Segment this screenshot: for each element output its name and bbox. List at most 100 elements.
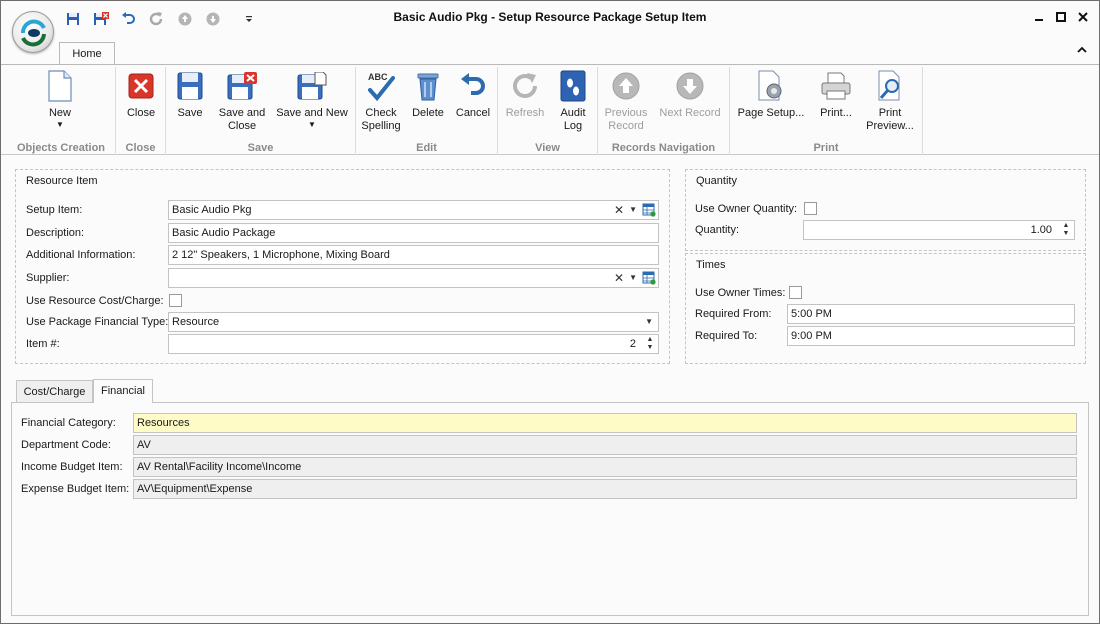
- additional-information-value: 2 12" Speakers, 1 Microphone, Mixing Boa…: [172, 249, 390, 261]
- group-edit: ABC Check Spelling Delete Cancel Edit: [356, 67, 498, 155]
- maximize-button[interactable]: [1054, 10, 1068, 24]
- spell-check-icon: ABC: [365, 69, 397, 103]
- audit-log-button[interactable]: Audit Log: [552, 69, 594, 133]
- save-close-icon: [226, 69, 258, 103]
- income-budget-item-field[interactable]: AV Rental\Facility Income\Income: [133, 457, 1077, 477]
- group-label-save: Save: [247, 142, 274, 154]
- department-code-label: Department Code:: [21, 439, 111, 451]
- expense-budget-item-value: AV\Equipment\Expense: [137, 483, 253, 495]
- audit-log-icon: [557, 69, 589, 103]
- save-button[interactable]: Save: [170, 69, 210, 120]
- expense-budget-item-field[interactable]: AV\Equipment\Expense: [133, 479, 1077, 499]
- clear-icon[interactable]: ✕: [614, 269, 624, 287]
- supplier-label: Supplier:: [26, 272, 70, 284]
- check-spelling-button[interactable]: ABC Check Spelling: [359, 69, 403, 133]
- spin-buttons[interactable]: ▲ ▼: [645, 336, 655, 352]
- refresh-icon: [509, 69, 541, 103]
- expense-budget-item-label: Expense Budget Item:: [21, 483, 130, 495]
- group-close: Close Close: [116, 67, 166, 155]
- financial-category-label: Financial Category:: [21, 417, 116, 429]
- lookup-table-icon[interactable]: [642, 271, 656, 285]
- group-label-objects-creation: Objects Creation: [16, 142, 106, 154]
- minimize-button[interactable]: [1032, 10, 1046, 24]
- refresh-button[interactable]: Refresh: [502, 69, 548, 120]
- required-from-field[interactable]: 5:00 PM: [787, 304, 1075, 324]
- print-button[interactable]: Print...: [812, 69, 860, 120]
- setup-item-field[interactable]: Basic Audio Pkg ✕ ▼: [168, 200, 659, 220]
- printer-icon: [820, 69, 852, 103]
- spin-down-icon[interactable]: ▼: [647, 344, 654, 351]
- lookup-table-icon[interactable]: [642, 203, 656, 217]
- resource-item-title: Resource Item: [26, 175, 98, 187]
- required-to-value: 9:00 PM: [791, 330, 832, 342]
- ribbon: New ▼ Objects Creation Close Close Save: [1, 64, 1099, 155]
- spin-down-icon[interactable]: ▼: [1063, 230, 1070, 237]
- group-save: Save Save and Close Save and New ▼ Save: [166, 67, 356, 155]
- save-and-new-button[interactable]: Save and New ▼: [274, 69, 350, 129]
- group-objects-creation: New ▼ Objects Creation: [7, 67, 116, 155]
- use-owner-quantity-checkbox[interactable]: [804, 202, 817, 215]
- use-package-financial-type-select[interactable]: Resource ▼: [168, 312, 659, 332]
- chevron-down-icon[interactable]: ▼: [645, 313, 653, 331]
- app-menu-button[interactable]: [12, 11, 54, 53]
- previous-record-label-1: Previous: [604, 107, 648, 119]
- supplier-field[interactable]: ✕ ▼: [168, 268, 659, 288]
- description-field[interactable]: Basic Audio Package: [168, 223, 659, 243]
- required-to-field[interactable]: 9:00 PM: [787, 326, 1075, 346]
- department-code-value: AV: [137, 439, 151, 451]
- item-number-stepper[interactable]: 2 ▲ ▼: [168, 334, 659, 354]
- group-print: Page Setup... Print... Print Preview... …: [730, 67, 923, 155]
- cancel-button[interactable]: Cancel: [452, 69, 494, 120]
- income-budget-item-label: Income Budget Item:: [21, 461, 123, 473]
- chevron-down-icon[interactable]: ▼: [629, 269, 637, 287]
- arrow-up-circle-icon: [610, 69, 642, 103]
- use-resource-cost-charge-checkbox[interactable]: [169, 294, 182, 307]
- financial-category-value: Resources: [137, 417, 190, 429]
- refresh-label: Refresh: [505, 107, 545, 119]
- new-button[interactable]: New ▼: [37, 69, 83, 129]
- window-title: Basic Audio Pkg - Setup Resource Package…: [393, 10, 707, 24]
- print-preview-icon: [874, 69, 906, 103]
- additional-information-field[interactable]: 2 12" Speakers, 1 Microphone, Mixing Boa…: [168, 245, 659, 265]
- group-label-edit: Edit: [416, 142, 437, 154]
- spin-buttons[interactable]: ▲ ▼: [1061, 222, 1071, 238]
- save-and-close-label-1: Save and: [218, 107, 266, 119]
- use-package-financial-type-value: Resource: [172, 316, 220, 328]
- chevron-up-icon: [1077, 46, 1087, 53]
- application-window: Basic Audio Pkg - Setup Resource Package…: [0, 0, 1100, 624]
- chevron-down-icon[interactable]: ▼: [629, 201, 637, 219]
- description-value: Basic Audio Package: [172, 227, 276, 239]
- print-preview-label-1: Print: [878, 107, 902, 119]
- next-record-label: Next Record: [659, 107, 721, 119]
- setup-item-value: Basic Audio Pkg: [172, 204, 252, 216]
- delete-button[interactable]: Delete: [407, 69, 449, 120]
- previous-record-button[interactable]: Previous Record: [601, 69, 651, 133]
- print-preview-button[interactable]: Print Preview...: [862, 69, 918, 133]
- undo-icon: [457, 69, 489, 103]
- tab-financial[interactable]: Financial: [93, 379, 153, 403]
- financial-category-field[interactable]: Resources: [133, 413, 1077, 433]
- close-label: Close: [126, 107, 156, 119]
- collapse-ribbon-button[interactable]: [1077, 43, 1087, 57]
- spin-up-icon[interactable]: ▲: [1063, 222, 1070, 229]
- next-record-button[interactable]: Next Record: [657, 69, 723, 120]
- close-button[interactable]: Close: [120, 69, 162, 120]
- tab-cost-charge[interactable]: Cost/Charge: [16, 380, 93, 404]
- group-records-navigation: Previous Record Next Record Records Navi…: [598, 67, 730, 155]
- close-window-button[interactable]: [1076, 10, 1090, 24]
- department-code-field[interactable]: AV: [133, 435, 1077, 455]
- save-label: Save: [177, 107, 203, 119]
- page-setup-button[interactable]: Page Setup...: [734, 69, 808, 120]
- arrow-down-circle-icon: [674, 69, 706, 103]
- minimize-icon: [1035, 19, 1043, 21]
- use-owner-quantity-label: Use Owner Quantity:: [695, 203, 798, 215]
- use-resource-cost-charge-label: Use Resource Cost/Charge:: [26, 295, 164, 307]
- group-label-close: Close: [125, 142, 156, 154]
- clear-icon[interactable]: ✕: [614, 201, 624, 219]
- use-owner-times-checkbox[interactable]: [789, 286, 802, 299]
- tab-home[interactable]: Home: [59, 42, 115, 65]
- additional-information-label: Additional Information:: [26, 249, 136, 261]
- spin-up-icon[interactable]: ▲: [647, 336, 654, 343]
- quantity-stepper[interactable]: 1.00 ▲ ▼: [803, 220, 1075, 240]
- save-and-close-button[interactable]: Save and Close: [213, 69, 271, 133]
